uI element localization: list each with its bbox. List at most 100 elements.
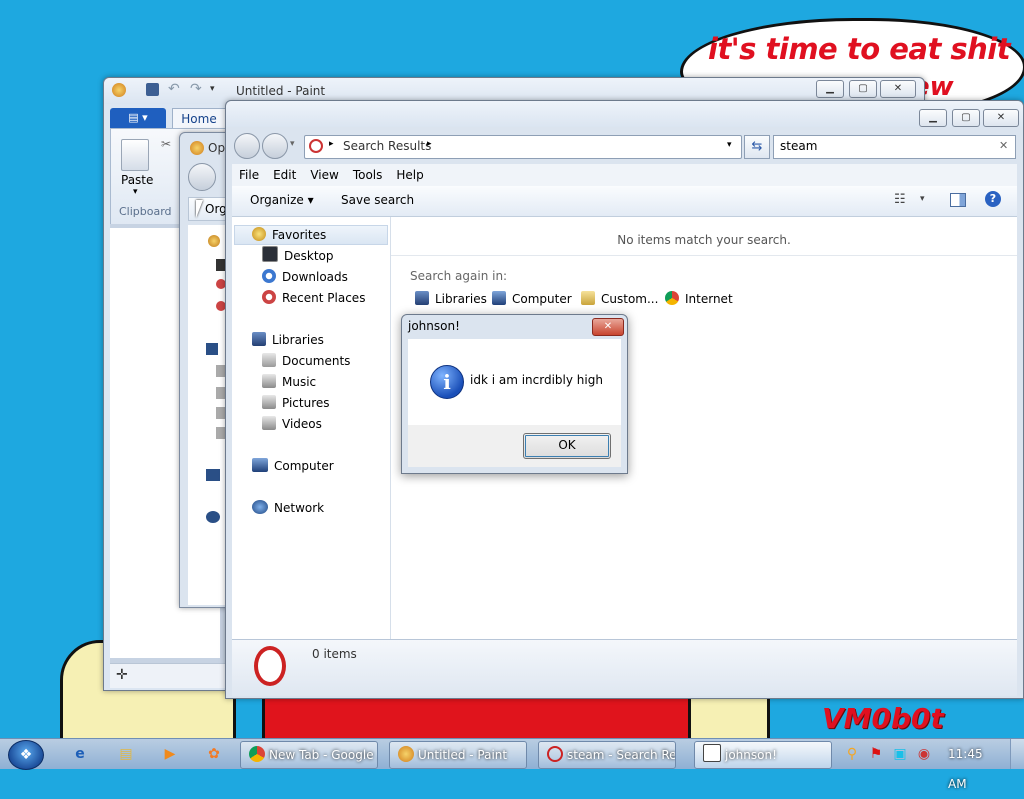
clipboard-group-label: Clipboard <box>119 205 172 218</box>
save-icon[interactable] <box>146 83 159 96</box>
redo-icon[interactable]: ↷ <box>190 81 202 97</box>
preview-pane-icon[interactable] <box>950 193 966 207</box>
downloads-icon <box>262 269 276 283</box>
start-button[interactable]: ❖ <box>8 740 44 770</box>
paint-close-button[interactable]: ✕ <box>880 80 916 98</box>
clock[interactable]: 11:45 AM <box>948 739 998 791</box>
nav-computer[interactable]: Computer <box>252 456 334 476</box>
nav-documents[interactable]: Documents <box>262 351 350 371</box>
search-again-custom[interactable]: Custom... <box>581 291 658 306</box>
breadcrumb-chevron-icon-2[interactable]: ▸ <box>427 139 432 149</box>
internet-explorer-icon[interactable]: e <box>70 744 90 764</box>
view-options-icon[interactable]: ☷ <box>894 192 906 207</box>
menu-tools[interactable]: Tools <box>346 164 390 186</box>
nav-videos[interactable]: Videos <box>262 414 322 434</box>
back-button[interactable] <box>234 133 260 159</box>
message-box-body: i idk i am incrdibly high <box>408 339 621 425</box>
breadcrumb-chevron-icon[interactable]: ▸ <box>329 139 334 149</box>
search-box[interactable]: steam ✕ <box>773 135 1016 159</box>
breadcrumb-search-results[interactable]: Search Results <box>343 139 431 153</box>
paint-icon <box>398 746 414 762</box>
quick-access-dropdown-icon[interactable]: ▾ <box>210 84 215 94</box>
clear-search-icon[interactable]: ✕ <box>999 139 1008 152</box>
chrome-icon <box>249 746 265 762</box>
view-options-dropdown-icon[interactable]: ▾ <box>920 194 925 204</box>
message-box[interactable]: johnson! ✕ i idk i am incrdibly high OK <box>401 314 628 474</box>
recent-places-icon <box>262 290 276 304</box>
paint-pinned-icon[interactable]: ✿ <box>204 744 224 764</box>
paint-minimize-button[interactable]: ▁ <box>816 80 844 98</box>
menu-help[interactable]: Help <box>389 164 430 186</box>
taskbar-item-johnson[interactable]: johnson! <box>694 741 832 769</box>
message-box-title: johnson! <box>408 319 460 333</box>
show-desktop-button[interactable] <box>1010 739 1024 769</box>
nav-downloads[interactable]: Downloads <box>262 267 348 287</box>
nav-network[interactable]: Network <box>252 498 324 518</box>
help-icon[interactable]: ? <box>985 191 1001 207</box>
taskbar-item-search[interactable]: steam - Search Re... <box>538 741 676 769</box>
libraries-icon <box>415 291 429 305</box>
organize-button[interactable]: Organize ▾ <box>250 193 314 207</box>
chrome-icon <box>665 291 679 305</box>
nav-desktop[interactable]: Desktop <box>262 246 334 266</box>
save-search-button[interactable]: Save search <box>341 193 414 207</box>
media-player-icon[interactable]: ▶ <box>160 744 180 764</box>
explorer-close-button[interactable]: ✕ <box>983 109 1019 127</box>
item-count: 0 items <box>312 647 357 661</box>
tray-flag-icon[interactable]: ⚑ <box>866 744 886 764</box>
nav-favorites[interactable]: Favorites <box>252 225 326 245</box>
nav-recent-places[interactable]: Recent Places <box>262 288 365 308</box>
search-input[interactable]: steam <box>780 139 817 153</box>
ok-button[interactable]: OK <box>523 433 611 459</box>
message-text: idk i am incrdibly high <box>470 373 603 387</box>
search-results-icon <box>309 139 323 153</box>
search-again-computer[interactable]: Computer <box>492 291 572 306</box>
nav-pictures[interactable]: Pictures <box>262 393 330 413</box>
address-bar[interactable]: ▸ Search Results ▸ ▾ <box>304 135 742 159</box>
desktop-icon <box>262 246 278 262</box>
taskbar-item-paint[interactable]: Untitled - Paint <box>389 741 527 769</box>
menu-file[interactable]: File <box>232 164 266 186</box>
paste-icon[interactable] <box>121 139 149 171</box>
forward-button[interactable] <box>262 133 288 159</box>
paste-dropdown-icon[interactable]: ▾ <box>133 187 138 197</box>
file-explorer-icon[interactable]: ▤ <box>116 744 136 764</box>
documents-icon <box>262 353 276 367</box>
message-box-close-button[interactable]: ✕ <box>592 318 624 336</box>
address-dropdown-icon[interactable]: ▾ <box>727 140 732 150</box>
favorites-icon <box>208 235 220 247</box>
no-results-message: No items match your search. <box>617 233 791 247</box>
paint-title: Untitled - Paint <box>236 84 326 98</box>
paint-file-menu-button[interactable]: ▤ ▾ <box>110 108 166 128</box>
network-icon <box>206 511 220 523</box>
open-dialog-title: Op <box>208 141 226 155</box>
search-again-libraries[interactable]: Libraries <box>415 291 487 306</box>
tray-search-icon[interactable]: ⚲ <box>842 744 862 764</box>
details-pane: 0 items <box>232 639 1017 696</box>
explorer-menubar: File Edit View Tools Help <box>232 164 1017 186</box>
explorer-commandbar: Organize ▾ Save search ☷ ▾ ? <box>232 186 1017 217</box>
open-dialog-back-button[interactable] <box>188 163 216 191</box>
explorer-titlebar[interactable]: ▁ ▢ ✕ <box>226 101 1023 127</box>
taskbar-item-chrome[interactable]: New Tab - Google ... <box>240 741 378 769</box>
paint-maximize-button[interactable]: ▢ <box>849 80 877 98</box>
tray-volume-icon[interactable]: ◉ <box>914 744 934 764</box>
explorer-maximize-button[interactable]: ▢ <box>952 109 980 127</box>
paste-button[interactable]: Paste <box>121 173 153 187</box>
open-dialog-organize[interactable]: Org <box>205 202 227 216</box>
recent-pages-dropdown-icon[interactable]: ▾ <box>290 139 295 149</box>
cut-icon[interactable]: ✂ <box>161 137 171 151</box>
cursor-position-icon: ✛ <box>116 667 128 683</box>
menu-view[interactable]: View <box>303 164 345 186</box>
tray-display-icon[interactable]: ▣ <box>890 744 910 764</box>
nav-libraries[interactable]: Libraries <box>252 330 324 350</box>
paint-app-icon[interactable] <box>112 83 126 97</box>
undo-icon[interactable]: ↶ <box>168 81 180 97</box>
explorer-minimize-button[interactable]: ▁ <box>919 109 947 127</box>
search-again-internet[interactable]: Internet <box>665 291 733 306</box>
menu-edit[interactable]: Edit <box>266 164 303 186</box>
nav-music[interactable]: Music <box>262 372 316 392</box>
videos-icon <box>262 416 276 430</box>
search-again-label: Search again in: <box>410 269 508 283</box>
refresh-icon[interactable]: ⇆ <box>744 135 770 159</box>
